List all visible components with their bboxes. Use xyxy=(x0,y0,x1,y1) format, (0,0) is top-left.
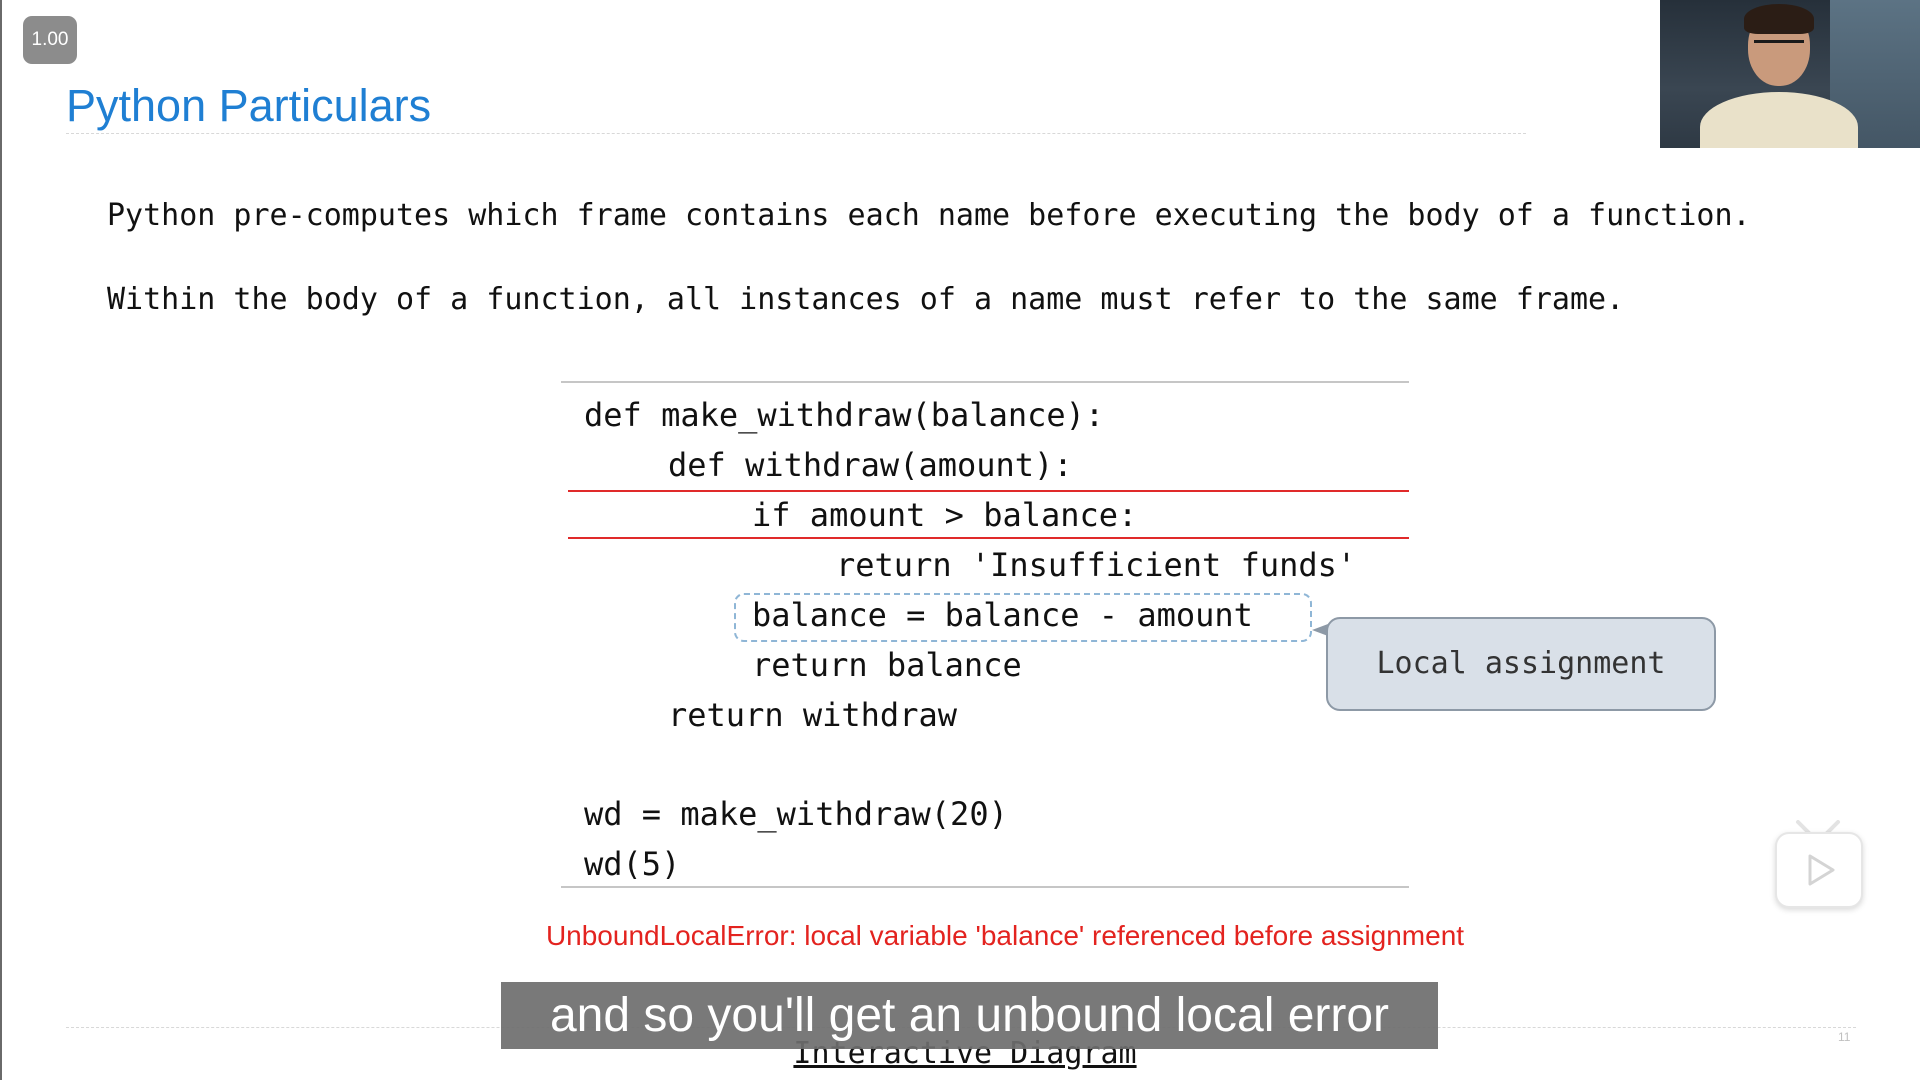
code-line: wd = make_withdraw(20) xyxy=(584,795,1008,833)
title-divider xyxy=(66,133,1526,134)
code-line: return balance xyxy=(752,646,1022,684)
error-message: UnboundLocalError: local variable 'balan… xyxy=(0,916,1920,956)
presenter-glasses xyxy=(1754,40,1804,55)
paragraph-precompute: Python pre-computes which frame contains… xyxy=(107,198,1751,233)
video-frame: 1.00 Python Particulars Python pre-compu… xyxy=(0,0,1920,1080)
play-icon xyxy=(1808,854,1835,886)
playback-speed-badge[interactable]: 1.00 xyxy=(23,16,77,64)
slide-title: Python Particulars xyxy=(66,80,432,131)
presenter-webcam xyxy=(1660,0,1920,148)
presenter-hair xyxy=(1744,4,1814,34)
local-assignment-callout: Local assignment xyxy=(1326,617,1716,711)
error-message-text: UnboundLocalError: local variable 'balan… xyxy=(545,920,1465,951)
slide-page-number: 11 xyxy=(1838,1030,1851,1044)
code-line: def withdraw(amount): xyxy=(668,446,1073,484)
code-line: return withdraw xyxy=(668,696,957,734)
code-line-local-assignment: balance = balance - amount xyxy=(752,596,1253,634)
highlight-rule-top xyxy=(568,490,1409,492)
highlight-rule-bottom xyxy=(568,537,1409,539)
play-button[interactable] xyxy=(1775,832,1863,908)
code-line: wd(5) xyxy=(584,845,681,883)
code-line: return 'Insufficient funds' xyxy=(836,546,1357,584)
paragraph-same-frame: Within the body of a function, all insta… xyxy=(107,282,1625,317)
code-block-top-rule xyxy=(561,381,1409,383)
video-subtitle: and so you'll get an unbound local error xyxy=(501,982,1438,1049)
code-line: def make_withdraw(balance): xyxy=(584,396,1105,434)
code-block-bottom-rule xyxy=(561,886,1409,888)
code-line-highlighted: if amount > balance: xyxy=(752,496,1138,534)
